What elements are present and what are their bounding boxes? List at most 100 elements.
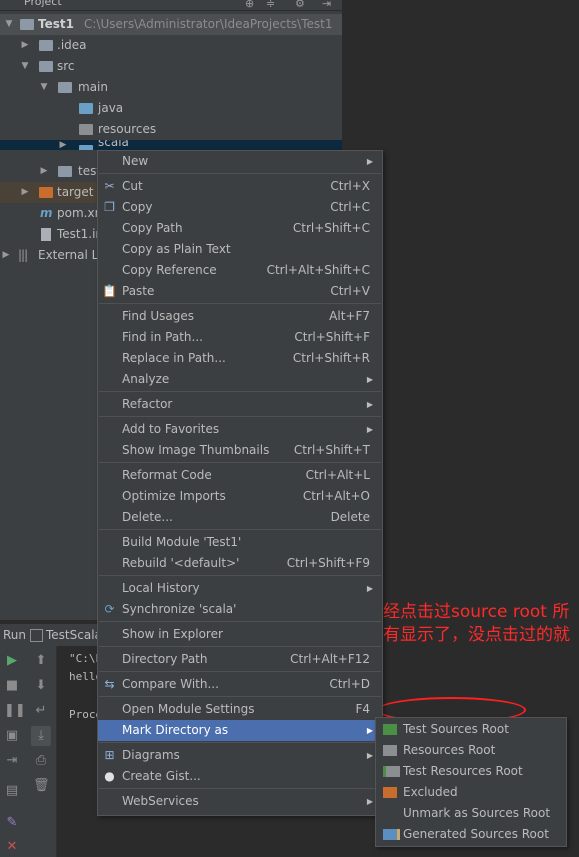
menu-item-label: Mark Directory as xyxy=(122,723,229,737)
menu-item-shortcut: Delete xyxy=(330,510,370,524)
menu-item-label: Copy as Plain Text xyxy=(122,242,231,256)
menu-item-cut[interactable]: ✂ Cut Ctrl+X xyxy=(98,176,382,197)
tree-item-src[interactable]: ▼ src xyxy=(0,56,342,77)
menu-item-directory-path[interactable]: Directory Path Ctrl+Alt+F12 xyxy=(98,649,382,670)
tree-item-idea[interactable]: ▶ .idea xyxy=(0,35,342,56)
run-tab-label[interactable]: TestScala xyxy=(46,624,102,646)
menu-item-label: Diagrams xyxy=(122,748,180,762)
menu-item-create-gist[interactable]: ● Create Gist... xyxy=(98,766,382,787)
menu-item-show-image-thumbnails[interactable]: Show Image Thumbnails Ctrl+Shift+T xyxy=(98,440,382,461)
generated-sources-folder-icon xyxy=(383,829,400,840)
menu-item-delete[interactable]: Delete... Delete xyxy=(98,507,382,528)
submenu-item-generated-sources-root[interactable]: Generated Sources Root xyxy=(376,824,566,845)
hide-icon[interactable]: ⇥ xyxy=(322,0,331,10)
menu-item-compare-with[interactable]: ⇆ Compare With... Ctrl+D xyxy=(98,674,382,695)
stop-icon[interactable]: ■ xyxy=(4,679,20,693)
collapsed-arrow-icon[interactable]: ▶ xyxy=(20,35,30,56)
submenu-arrow-icon: ▶ xyxy=(366,400,373,409)
pause-icon[interactable]: ❚❚ xyxy=(4,704,26,718)
menu-item-find-in-path[interactable]: Find in Path... Ctrl+Shift+F xyxy=(98,327,382,348)
menu-item-diagrams[interactable]: ⊞ Diagrams ▶ xyxy=(98,745,382,766)
tree-item-resources[interactable]: resources xyxy=(0,119,342,140)
menu-item-rebuild[interactable]: Rebuild '<default>' Ctrl+Shift+F9 xyxy=(98,553,382,574)
menu-item-webservices[interactable]: WebServices ▶ xyxy=(98,791,382,812)
submenu-item-excluded[interactable]: Excluded xyxy=(376,782,566,803)
menu-item-label: Copy xyxy=(122,200,153,214)
trash-icon[interactable]: 🗑 xyxy=(33,779,50,793)
menu-item-label: Cut xyxy=(122,179,143,193)
close-icon[interactable]: ✕ xyxy=(4,840,20,854)
menu-item-label: Analyze xyxy=(122,372,170,386)
source-folder-icon xyxy=(79,103,93,114)
menu-item-copy-plain-text[interactable]: Copy as Plain Text xyxy=(98,239,382,260)
submenu-item-label: Excluded xyxy=(403,785,458,799)
soft-wrap-icon[interactable]: ↵ xyxy=(33,704,49,718)
project-panel-title: Project xyxy=(24,0,62,8)
menu-item-label: Add to Favorites xyxy=(122,422,220,436)
menu-item-synchronize[interactable]: ⟳ Synchronize 'scala' xyxy=(98,599,382,620)
menu-item-copy-path[interactable]: Copy Path Ctrl+Shift+C xyxy=(98,218,382,239)
folder-icon xyxy=(20,19,34,30)
menu-item-shortcut: Ctrl+X xyxy=(330,179,370,193)
file-icon xyxy=(41,228,51,241)
dump-threads-icon[interactable]: ▣ xyxy=(4,729,20,743)
down-arrow-icon[interactable]: ⬇ xyxy=(33,679,49,693)
collapsed-arrow-icon[interactable]: ▶ xyxy=(1,245,11,266)
tree-item-java[interactable]: java xyxy=(0,98,342,119)
collapsed-arrow-icon[interactable]: ▶ xyxy=(58,140,68,150)
submenu-item-test-sources-root[interactable]: Test Sources Root xyxy=(376,719,566,740)
expand-arrow-icon[interactable]: ▼ xyxy=(20,56,30,77)
menu-item-label: Find in Path... xyxy=(122,330,203,344)
menu-item-analyze[interactable]: Analyze ▶ xyxy=(98,369,382,390)
gear-icon[interactable]: ⚙ xyxy=(295,0,305,10)
submenu-item-resources-root[interactable]: Resources Root xyxy=(376,740,566,761)
menu-item-build-module[interactable]: Build Module 'Test1' xyxy=(98,532,382,553)
menu-item-label: Delete... xyxy=(122,510,173,524)
menu-item-shortcut: Ctrl+Shift+F9 xyxy=(286,556,370,570)
menu-item-reformat-code[interactable]: Reformat Code Ctrl+Alt+L xyxy=(98,465,382,486)
run-panel-title: Run xyxy=(3,628,27,642)
scroll-to-end-icon[interactable]: ⤓ xyxy=(31,726,51,746)
project-path: C:\Users\Administrator\IdeaProjects\Test… xyxy=(84,17,333,31)
tree-item-project-root[interactable]: ▼ Test1 C:\Users\Administrator\IdeaProje… xyxy=(0,14,342,35)
pin-icon[interactable]: ✎ xyxy=(4,816,20,830)
tree-item-main[interactable]: ▼ main xyxy=(0,77,342,98)
submenu-item-unmark-sources-root[interactable]: Unmark as Sources Root xyxy=(376,803,566,824)
scissors-icon: ✂ xyxy=(104,179,115,193)
tree-item-label: .idea xyxy=(57,38,87,52)
tree-item-label: main xyxy=(78,80,108,94)
menu-item-copy[interactable]: ❐ Copy Ctrl+C xyxy=(98,197,382,218)
exit-icon[interactable]: ⇥ xyxy=(4,754,20,768)
run-icon[interactable]: ▶ xyxy=(4,654,20,668)
menu-item-replace-in-path[interactable]: Replace in Path... Ctrl+Shift+R xyxy=(98,348,382,369)
menu-item-optimize-imports[interactable]: Optimize Imports Ctrl+Alt+O xyxy=(98,486,382,507)
menu-item-copy-reference[interactable]: Copy Reference Ctrl+Alt+Shift+C xyxy=(98,260,382,281)
up-arrow-icon[interactable]: ⬆ xyxy=(33,654,49,668)
print-icon[interactable]: ⎙ xyxy=(33,754,49,768)
menu-item-new[interactable]: New ▶ xyxy=(98,151,382,172)
menu-item-add-to-favorites[interactable]: Add to Favorites ▶ xyxy=(98,419,382,440)
menu-item-label: New xyxy=(122,154,149,168)
layout-icon[interactable]: ▤ xyxy=(4,784,20,798)
submenu-arrow-icon: ▶ xyxy=(366,157,373,166)
menu-item-show-in-explorer[interactable]: Show in Explorer xyxy=(98,624,382,645)
menu-item-refactor[interactable]: Refactor ▶ xyxy=(98,394,382,415)
target-icon[interactable]: ⊕ xyxy=(245,0,254,10)
submenu-item-test-resources-root[interactable]: Test Resources Root xyxy=(376,761,566,782)
menu-item-paste[interactable]: 📋 Paste Ctrl+V xyxy=(98,281,382,302)
collapsed-arrow-icon[interactable]: ▶ xyxy=(20,182,30,203)
menu-item-mark-directory-as[interactable]: Mark Directory as ▶ xyxy=(98,720,382,741)
menu-item-open-module-settings[interactable]: Open Module Settings F4 xyxy=(98,699,382,720)
menu-item-find-usages[interactable]: Find Usages Alt+F7 xyxy=(98,306,382,327)
compare-icon: ⇆ xyxy=(104,677,115,691)
collapse-icon[interactable]: ≑ xyxy=(266,0,275,10)
expand-arrow-icon[interactable]: ▼ xyxy=(4,14,14,35)
submenu-arrow-icon: ▶ xyxy=(366,375,373,384)
tree-item-label: java xyxy=(98,101,124,115)
menu-item-local-history[interactable]: Local History ▶ xyxy=(98,578,382,599)
resources-folder-icon xyxy=(383,745,397,756)
collapsed-arrow-icon[interactable]: ▶ xyxy=(39,161,49,182)
menu-item-shortcut: Alt+F7 xyxy=(329,309,370,323)
tree-item-scala[interactable]: ▶ scala xyxy=(0,140,342,150)
expand-arrow-icon[interactable]: ▼ xyxy=(39,77,49,98)
